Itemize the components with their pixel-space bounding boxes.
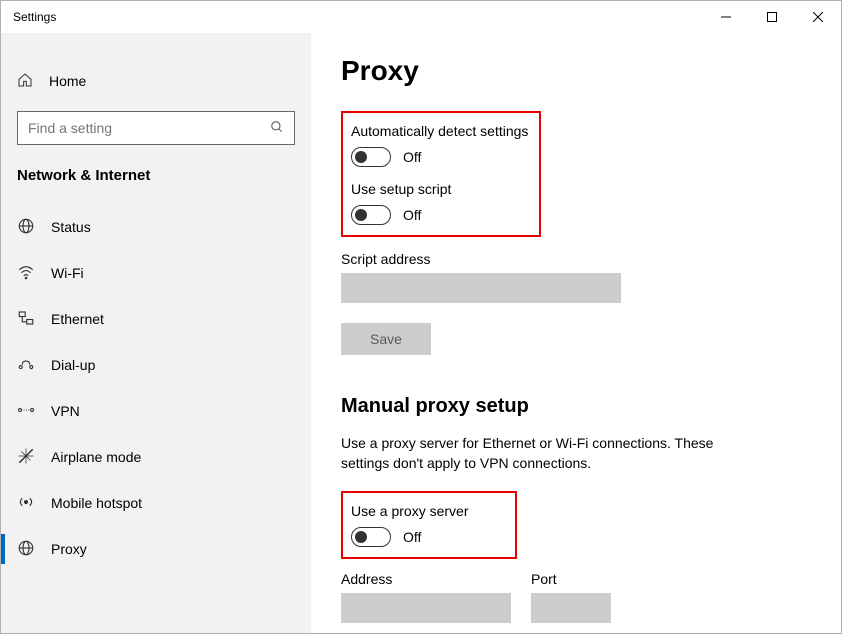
home-icon bbox=[17, 72, 33, 91]
sidebar-item-status[interactable]: Status bbox=[1, 204, 311, 250]
sidebar-item-label: Dial-up bbox=[51, 357, 95, 373]
home-label: Home bbox=[49, 73, 86, 89]
page-title: Proxy bbox=[341, 55, 811, 87]
maximize-button[interactable] bbox=[749, 1, 795, 33]
minimize-button[interactable] bbox=[703, 1, 749, 33]
window-controls bbox=[703, 1, 841, 33]
sidebar-item-proxy[interactable]: Proxy bbox=[1, 526, 311, 572]
sidebar-item-wifi[interactable]: Wi-Fi bbox=[1, 250, 311, 296]
sidebar-item-label: VPN bbox=[51, 403, 80, 419]
sidebar-item-hotspot[interactable]: Mobile hotspot bbox=[1, 480, 311, 526]
search-icon bbox=[270, 120, 284, 137]
auto-detect-toggle[interactable] bbox=[351, 147, 391, 167]
setup-script-toggle[interactable] bbox=[351, 205, 391, 225]
port-label: Port bbox=[531, 571, 611, 587]
highlight-auto-script: Automatically detect settings Off Use se… bbox=[341, 111, 541, 237]
main-panel: Proxy Automatically detect settings Off … bbox=[311, 33, 841, 633]
category-heading: Network & Internet bbox=[1, 159, 311, 204]
use-proxy-label: Use a proxy server bbox=[351, 503, 505, 519]
sidebar-item-label: Airplane mode bbox=[51, 449, 141, 465]
sidebar-item-label: Wi-Fi bbox=[51, 265, 84, 281]
auto-detect-label: Automatically detect settings bbox=[351, 123, 529, 139]
vpn-icon bbox=[17, 401, 35, 422]
auto-detect-state: Off bbox=[403, 149, 421, 165]
search-input-wrap[interactable] bbox=[17, 111, 295, 145]
airplane-icon bbox=[17, 447, 35, 468]
save-button[interactable]: Save bbox=[341, 323, 431, 355]
use-proxy-toggle[interactable] bbox=[351, 527, 391, 547]
sidebar-item-ethernet[interactable]: Ethernet bbox=[1, 296, 311, 342]
nav-list: Status Wi-Fi Ethernet Dial-up VPN Airpla… bbox=[1, 204, 311, 572]
hotspot-icon bbox=[17, 493, 35, 514]
proxy-icon bbox=[17, 539, 35, 560]
setup-script-state: Off bbox=[403, 207, 421, 223]
sidebar-item-label: Proxy bbox=[51, 541, 87, 557]
window-title: Settings bbox=[13, 10, 56, 24]
sidebar-item-label: Status bbox=[51, 219, 91, 235]
manual-section-heading: Manual proxy setup bbox=[341, 395, 811, 418]
address-label: Address bbox=[341, 571, 511, 587]
ethernet-icon bbox=[17, 309, 35, 330]
sidebar-item-label: Mobile hotspot bbox=[51, 495, 142, 511]
sidebar-item-airplane[interactable]: Airplane mode bbox=[1, 434, 311, 480]
sidebar: Home Network & Internet Status Wi-Fi E bbox=[1, 33, 311, 633]
sidebar-item-vpn[interactable]: VPN bbox=[1, 388, 311, 434]
titlebar: Settings bbox=[1, 1, 841, 33]
manual-description: Use a proxy server for Ethernet or Wi-Fi… bbox=[341, 434, 721, 473]
highlight-use-proxy: Use a proxy server Off bbox=[341, 491, 517, 559]
address-input[interactable] bbox=[341, 593, 511, 623]
use-proxy-state: Off bbox=[403, 529, 421, 545]
dialup-icon bbox=[17, 355, 35, 376]
search-input[interactable] bbox=[28, 120, 270, 136]
status-icon bbox=[17, 217, 35, 238]
sidebar-item-label: Ethernet bbox=[51, 311, 104, 327]
sidebar-item-dialup[interactable]: Dial-up bbox=[1, 342, 311, 388]
home-button[interactable]: Home bbox=[1, 61, 311, 101]
script-address-label: Script address bbox=[341, 251, 811, 267]
setup-script-label: Use setup script bbox=[351, 181, 529, 197]
close-button[interactable] bbox=[795, 1, 841, 33]
port-input[interactable] bbox=[531, 593, 611, 623]
script-address-input[interactable] bbox=[341, 273, 621, 303]
wifi-icon bbox=[17, 263, 35, 284]
